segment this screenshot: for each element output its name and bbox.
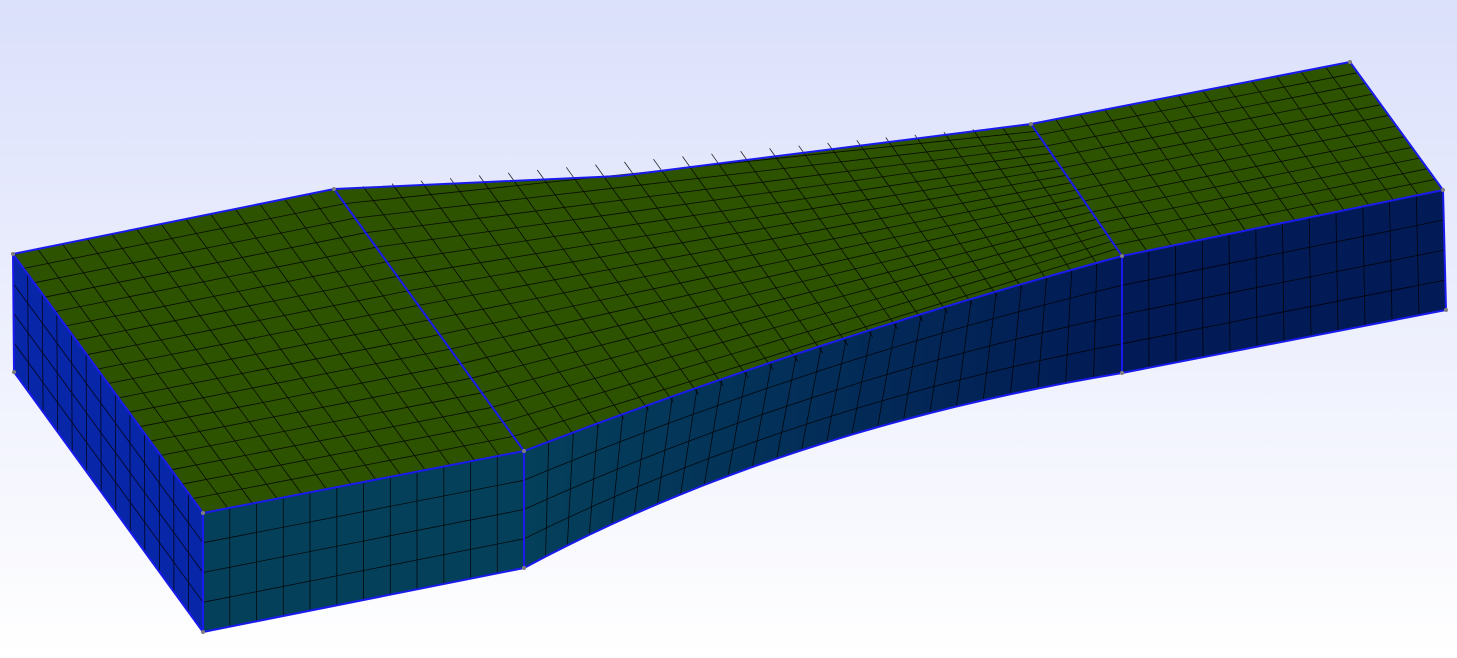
corner-node — [522, 449, 526, 453]
mesh-3d-viewport[interactable] — [0, 0, 1457, 658]
corner-node — [1441, 188, 1445, 192]
corner-node — [1120, 371, 1124, 375]
vertical-edge-a — [12, 253, 15, 373]
corner-node — [1348, 60, 1352, 64]
corner-node — [1444, 308, 1448, 312]
corner-node — [201, 630, 205, 634]
corner-node — [522, 566, 526, 570]
corner-node — [201, 511, 205, 515]
mesh-scene[interactable] — [0, 0, 1457, 658]
corner-node — [1029, 122, 1033, 126]
corner-node — [332, 187, 336, 191]
corner-node — [11, 252, 15, 256]
corner-node — [1120, 254, 1124, 258]
corner-node — [12, 370, 16, 374]
